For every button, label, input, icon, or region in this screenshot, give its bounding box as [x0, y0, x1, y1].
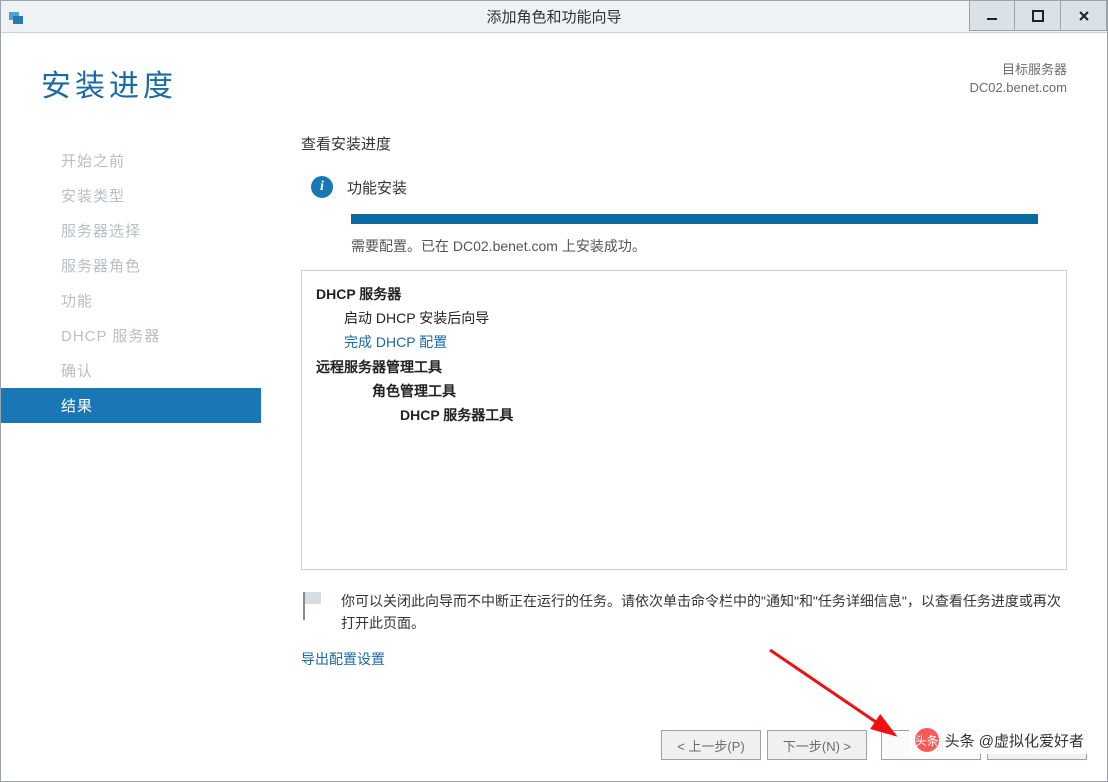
sidebar-item-confirm: 确认	[51, 353, 261, 388]
config-message: 需要配置。已在 DC02.benet.com 上安装成功。	[351, 236, 1067, 256]
sidebar-item-features: 功能	[51, 283, 261, 318]
sidebar-item-before: 开始之前	[51, 143, 261, 178]
complete-dhcp-link[interactable]: 完成 DHCP 配置	[344, 331, 1052, 355]
watermark: 头条 头条 @虚拟化爱好者	[909, 726, 1090, 754]
main-panel: 查看安装进度 i 功能安装 需要配置。已在 DC02.benet.com 上安装…	[261, 115, 1107, 721]
note-text: 你可以关闭此向导而不中断正在运行的任务。请依次单击命令栏中的"通知"和"任务详细…	[341, 590, 1067, 635]
window-controls	[969, 1, 1107, 33]
content: 安装进度 目标服务器 DC02.benet.com 开始之前 安装类型 服务器选…	[1, 33, 1107, 781]
status-row: i 功能安装	[311, 176, 1067, 198]
sidebar: 开始之前 安装类型 服务器选择 服务器角色 功能 DHCP 服务器 确认 结果	[1, 115, 261, 721]
sidebar-item-server-select: 服务器选择	[51, 213, 261, 248]
maximize-button[interactable]	[1015, 1, 1061, 31]
next-button: 下一步(N) >	[767, 730, 867, 760]
sidebar-item-server-role: 服务器角色	[51, 248, 261, 283]
window-title: 添加角色和功能向导	[1, 6, 1107, 27]
result-dhcp-server: DHCP 服务器	[316, 283, 1052, 307]
prev-button: < 上一步(P)	[661, 730, 761, 760]
export-settings-link[interactable]: 导出配置设置	[301, 649, 1067, 669]
watermark-text: 头条 @虚拟化爱好者	[945, 730, 1084, 751]
flag-icon	[301, 592, 323, 620]
progress-fill	[351, 214, 1038, 224]
progress-bar	[351, 214, 1067, 224]
target-server: 目标服务器 DC02.benet.com	[969, 61, 1067, 97]
result-role-tools: 角色管理工具	[372, 380, 1052, 404]
sidebar-item-results[interactable]: 结果	[1, 388, 261, 423]
note-row: 你可以关闭此向导而不中断正在运行的任务。请依次单击命令栏中的"通知"和"任务详细…	[301, 590, 1067, 635]
close-button[interactable]	[1061, 1, 1107, 31]
result-dhcp-tools: DHCP 服务器工具	[400, 404, 1052, 428]
watermark-icon: 头条	[915, 728, 939, 752]
status-text: 功能安装	[347, 177, 407, 198]
body: 开始之前 安装类型 服务器选择 服务器角色 功能 DHCP 服务器 确认 结果 …	[1, 115, 1107, 721]
minimize-button[interactable]	[969, 1, 1015, 31]
wizard-window: 添加角色和功能向导 安装进度 目标服务器 DC02.benet.com 开始之前…	[0, 0, 1108, 782]
info-icon: i	[311, 176, 333, 198]
target-value: DC02.benet.com	[969, 79, 1067, 97]
sidebar-item-type: 安装类型	[51, 178, 261, 213]
results-box: DHCP 服务器 启动 DHCP 安装后向导 完成 DHCP 配置 远程服务器管…	[301, 270, 1067, 570]
sidebar-item-dhcp: DHCP 服务器	[51, 318, 261, 353]
section-label: 查看安装进度	[301, 133, 1067, 154]
result-remote-tools: 远程服务器管理工具	[316, 356, 1052, 380]
header: 安装进度 目标服务器 DC02.benet.com	[1, 33, 1107, 115]
target-label: 目标服务器	[969, 61, 1067, 79]
page-title: 安装进度	[41, 61, 177, 105]
result-dhcp-launch: 启动 DHCP 安装后向导	[344, 307, 1052, 331]
titlebar: 添加角色和功能向导	[1, 1, 1107, 33]
